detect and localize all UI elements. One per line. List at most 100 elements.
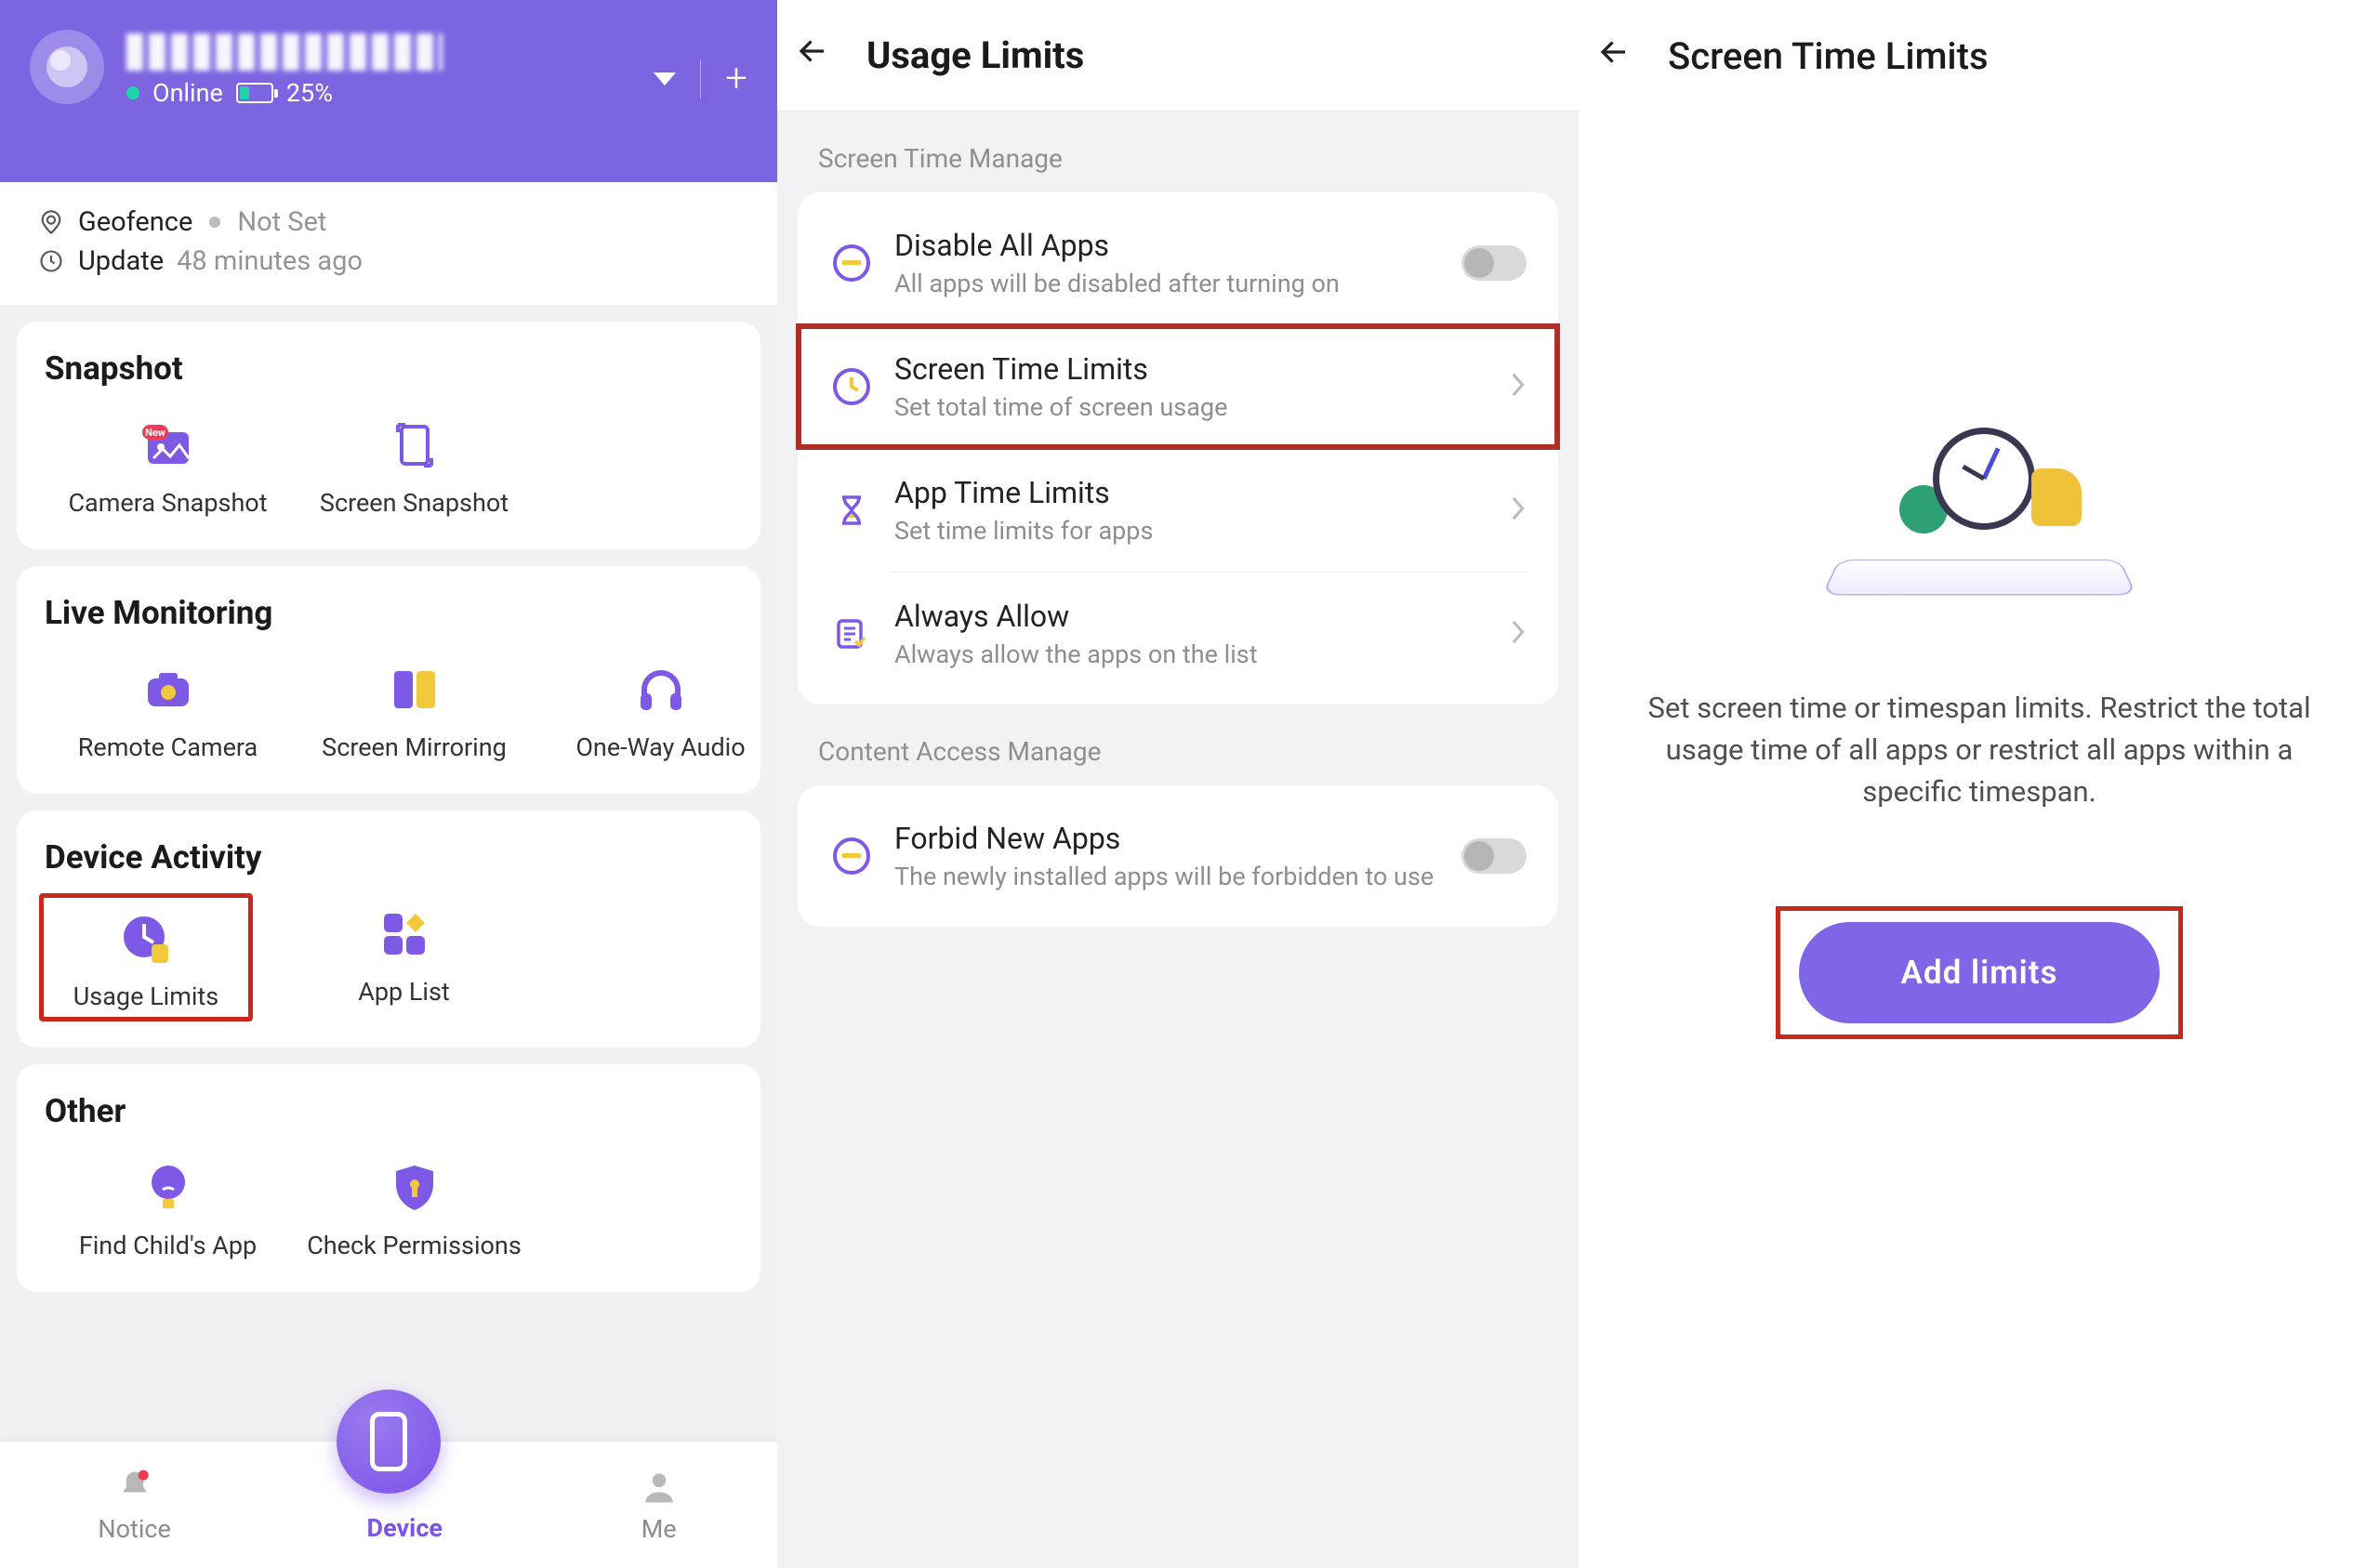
always-allow-title: Always Allow: [894, 599, 1488, 634]
find-childs-app-label: Find Child's App: [48, 1231, 287, 1260]
update-value: 48 minutes ago: [177, 245, 363, 277]
screen-time-limits-topbar: Screen Time Limits: [1579, 0, 2380, 112]
remote-camera-label: Remote Camera: [48, 732, 287, 762]
update-label: Update: [78, 245, 164, 277]
content-access-manage-label: Content Access Manage: [777, 705, 1579, 785]
child-avatar[interactable]: [30, 30, 104, 104]
dot-icon: [209, 217, 220, 228]
nav-device-button[interactable]: [337, 1390, 441, 1494]
screen-time-limits-description: Set screen time or timespan limits. Rest…: [1579, 688, 2380, 813]
online-dot-icon: [126, 86, 139, 99]
app-time-sub: Set time limits for apps: [894, 516, 1488, 546]
camera-snapshot-tile[interactable]: New Camera Snapshot: [45, 404, 291, 523]
add-limits-highlight: Add limits: [1776, 906, 2184, 1039]
screen-mirroring-icon: [385, 660, 444, 719]
screen-mirroring-tile[interactable]: Screen Mirroring: [291, 649, 537, 768]
usage-limits-title: Usage Limits: [866, 33, 1084, 77]
add-limits-button[interactable]: Add limits: [1799, 922, 2161, 1023]
forbid-new-apps-row[interactable]: Forbid New Apps The newly installed apps…: [798, 795, 1558, 917]
screen-time-limits-title: Screen Time Limits: [1668, 34, 1989, 78]
nav-device[interactable]: Device: [367, 1513, 443, 1543]
always-allow-row[interactable]: Always Allow Always allow the apps on th…: [798, 573, 1558, 695]
remote-camera-icon: [139, 660, 198, 719]
back-button[interactable]: [1597, 34, 1631, 78]
battery-icon: [236, 83, 273, 103]
disable-all-apps-row[interactable]: Disable All Apps All apps will be disabl…: [798, 202, 1558, 324]
camera-snapshot-icon: New: [139, 415, 198, 475]
device-activity-title: Device Activity: [45, 838, 733, 876]
geofence-row[interactable]: Geofence Not Set: [37, 206, 740, 238]
screen-time-manage-label: Screen Time Manage: [777, 112, 1579, 192]
bottom-nav: Notice Device Me: [0, 1442, 777, 1568]
device-dashboard-panel: Online 25% + Geofence Not Set Update 48 …: [0, 0, 777, 1568]
forbid-apps-icon: [829, 834, 874, 878]
find-childs-app-tile[interactable]: Find Child's App: [45, 1147, 291, 1266]
screen-mirroring-label: Screen Mirroring: [295, 732, 534, 762]
hourglass-icon: [829, 488, 874, 533]
screen-time-limits-body: Set screen time or timespan limits. Rest…: [1579, 112, 2380, 1039]
profile-dropdown-icon[interactable]: [654, 72, 676, 86]
app-list-tile[interactable]: App List: [281, 893, 527, 1021]
nav-device-label: Device: [367, 1513, 443, 1543]
child-name-redacted: [126, 33, 443, 71]
battery-percent: 25%: [286, 78, 333, 108]
limits-illustration: [1821, 428, 2137, 613]
lightbulb-icon: [139, 1158, 198, 1218]
screen-snapshot-icon: [385, 415, 444, 475]
screen-time-limits-panel: Screen Time Limits Set screen time or ti…: [1579, 0, 2380, 1568]
screen-time-limits-row[interactable]: Screen Time Limits Set total time of scr…: [798, 325, 1558, 448]
nav-notice[interactable]: Notice: [98, 1467, 171, 1544]
phone-icon: [370, 1412, 407, 1471]
chevron-right-icon: [1508, 495, 1527, 525]
disable-apps-icon: [829, 241, 874, 285]
live-monitoring-title: Live Monitoring: [45, 594, 733, 632]
dashboard-header: Online 25% +: [0, 0, 777, 182]
content-access-manage-card: Forbid New Apps The newly installed apps…: [798, 785, 1558, 927]
add-child-button[interactable]: +: [725, 56, 747, 101]
snapshot-card: Snapshot New Camera Snapshot Screen Snap…: [17, 322, 760, 549]
status-info-bar: Geofence Not Set Update 48 minutes ago: [0, 182, 777, 305]
screen-time-manage-card: Disable All Apps All apps will be disabl…: [798, 192, 1558, 705]
list-check-icon: [829, 612, 874, 656]
nav-notice-label: Notice: [98, 1514, 171, 1544]
svg-text:New: New: [145, 427, 165, 439]
usage-limits-topbar: Usage Limits: [777, 0, 1579, 112]
usage-limits-tile[interactable]: Usage Limits: [39, 893, 253, 1021]
screen-snapshot-tile[interactable]: Screen Snapshot: [291, 404, 537, 523]
geofence-icon: [37, 208, 65, 236]
one-way-audio-label: One-Way Audio: [541, 732, 780, 762]
device-activity-card: Device Activity Usage Limits App List: [17, 810, 760, 1048]
nav-me-label: Me: [639, 1514, 680, 1544]
one-way-audio-tile[interactable]: One-Way Audio: [537, 649, 784, 768]
chevron-right-icon: [1508, 372, 1527, 402]
app-time-title: App Time Limits: [894, 475, 1488, 510]
remote-camera-tile[interactable]: Remote Camera: [45, 649, 291, 768]
snapshot-title: Snapshot: [45, 349, 733, 388]
check-permissions-tile[interactable]: Check Permissions: [291, 1147, 537, 1266]
separator: [700, 59, 702, 99]
app-list-icon: [375, 904, 434, 964]
disable-all-sub: All apps will be disabled after turning …: [894, 269, 1441, 298]
back-button[interactable]: [796, 33, 829, 77]
forbid-new-apps-toggle[interactable]: [1461, 838, 1527, 874]
camera-snapshot-label: Camera Snapshot: [48, 488, 287, 518]
nav-me[interactable]: Me: [639, 1467, 680, 1544]
geofence-value: Not Set: [237, 206, 326, 238]
disable-all-toggle[interactable]: [1461, 245, 1527, 281]
clock-icon: [829, 364, 874, 409]
online-status-text: Online: [152, 78, 223, 108]
geofence-label: Geofence: [78, 206, 192, 238]
clock-icon: [37, 247, 65, 275]
chevron-right-icon: [1508, 619, 1527, 649]
child-info: Online 25%: [126, 30, 654, 108]
check-permissions-label: Check Permissions: [295, 1231, 534, 1260]
update-row[interactable]: Update 48 minutes ago: [37, 245, 740, 277]
live-monitoring-card: Live Monitoring Remote Camera Screen Mir…: [17, 566, 760, 794]
app-time-limits-row[interactable]: App Time Limits Set time limits for apps: [798, 449, 1558, 572]
other-title: Other: [45, 1092, 733, 1130]
app-list-label: App List: [284, 977, 523, 1007]
shield-icon: [385, 1158, 444, 1218]
screen-snapshot-label: Screen Snapshot: [295, 488, 534, 518]
forbid-new-title: Forbid New Apps: [894, 821, 1441, 856]
screen-time-title: Screen Time Limits: [894, 351, 1488, 387]
